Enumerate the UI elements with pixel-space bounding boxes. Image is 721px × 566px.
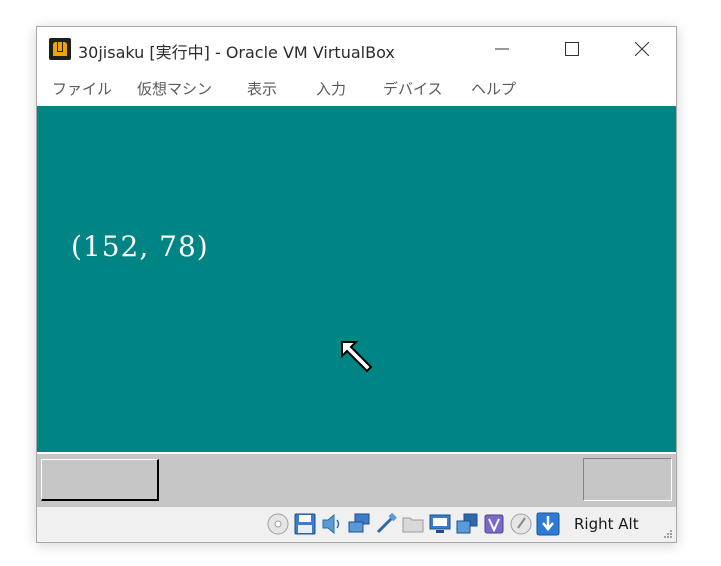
floppy-drive-icon[interactable]	[293, 512, 317, 536]
host-key-label: Right Alt	[574, 515, 639, 533]
resize-grip-icon[interactable]	[663, 529, 673, 539]
mouse-arrow-icon	[341, 341, 373, 373]
usb-icon[interactable]	[374, 512, 398, 536]
mouse-integration-icon[interactable]	[509, 512, 533, 536]
menu-devices[interactable]: デバイス	[383, 78, 443, 99]
display-icon[interactable]	[428, 512, 452, 536]
virtualization-icon[interactable]	[482, 512, 506, 536]
guest-tray-area	[583, 458, 672, 501]
close-icon	[635, 42, 649, 56]
optical-drive-icon[interactable]	[266, 512, 290, 536]
title-bar[interactable]: 30jisaku [実行中] - Oracle VM VirtualBox	[37, 27, 676, 71]
keyboard-capture-icon[interactable]	[536, 512, 560, 536]
maximize-icon	[565, 42, 579, 56]
menu-view[interactable]: 表示	[247, 78, 277, 99]
virtualbox-window: 30jisaku [実行中] - Oracle VM VirtualBox ファ…	[36, 26, 677, 543]
network-icon[interactable]	[347, 512, 371, 536]
virtualbox-app-icon	[49, 38, 71, 60]
vm-display[interactable]: (152, 78)	[37, 106, 676, 452]
guest-start-button[interactable]	[41, 459, 159, 501]
guest-taskbar	[37, 454, 676, 507]
audio-icon[interactable]	[320, 512, 344, 536]
status-bar: Right Alt	[37, 507, 676, 542]
window-title: 30jisaku [実行中] - Oracle VM VirtualBox	[78, 43, 395, 62]
shared-folders-icon[interactable]	[401, 512, 425, 536]
close-button[interactable]	[607, 27, 677, 71]
menu-input[interactable]: 入力	[316, 78, 346, 99]
minimize-icon	[495, 48, 509, 50]
menu-file[interactable]: ファイル	[52, 78, 112, 99]
menu-machine[interactable]: 仮想マシン	[137, 78, 212, 99]
menu-help[interactable]: ヘルプ	[471, 78, 516, 99]
maximize-button[interactable]	[537, 27, 607, 71]
video-capture-icon[interactable]	[455, 512, 479, 536]
menu-bar: ファイル 仮想マシン 表示 入力 デバイス ヘルプ	[37, 71, 676, 105]
minimize-button[interactable]	[467, 27, 537, 71]
mouse-coordinates-text: (152, 78)	[71, 230, 209, 263]
